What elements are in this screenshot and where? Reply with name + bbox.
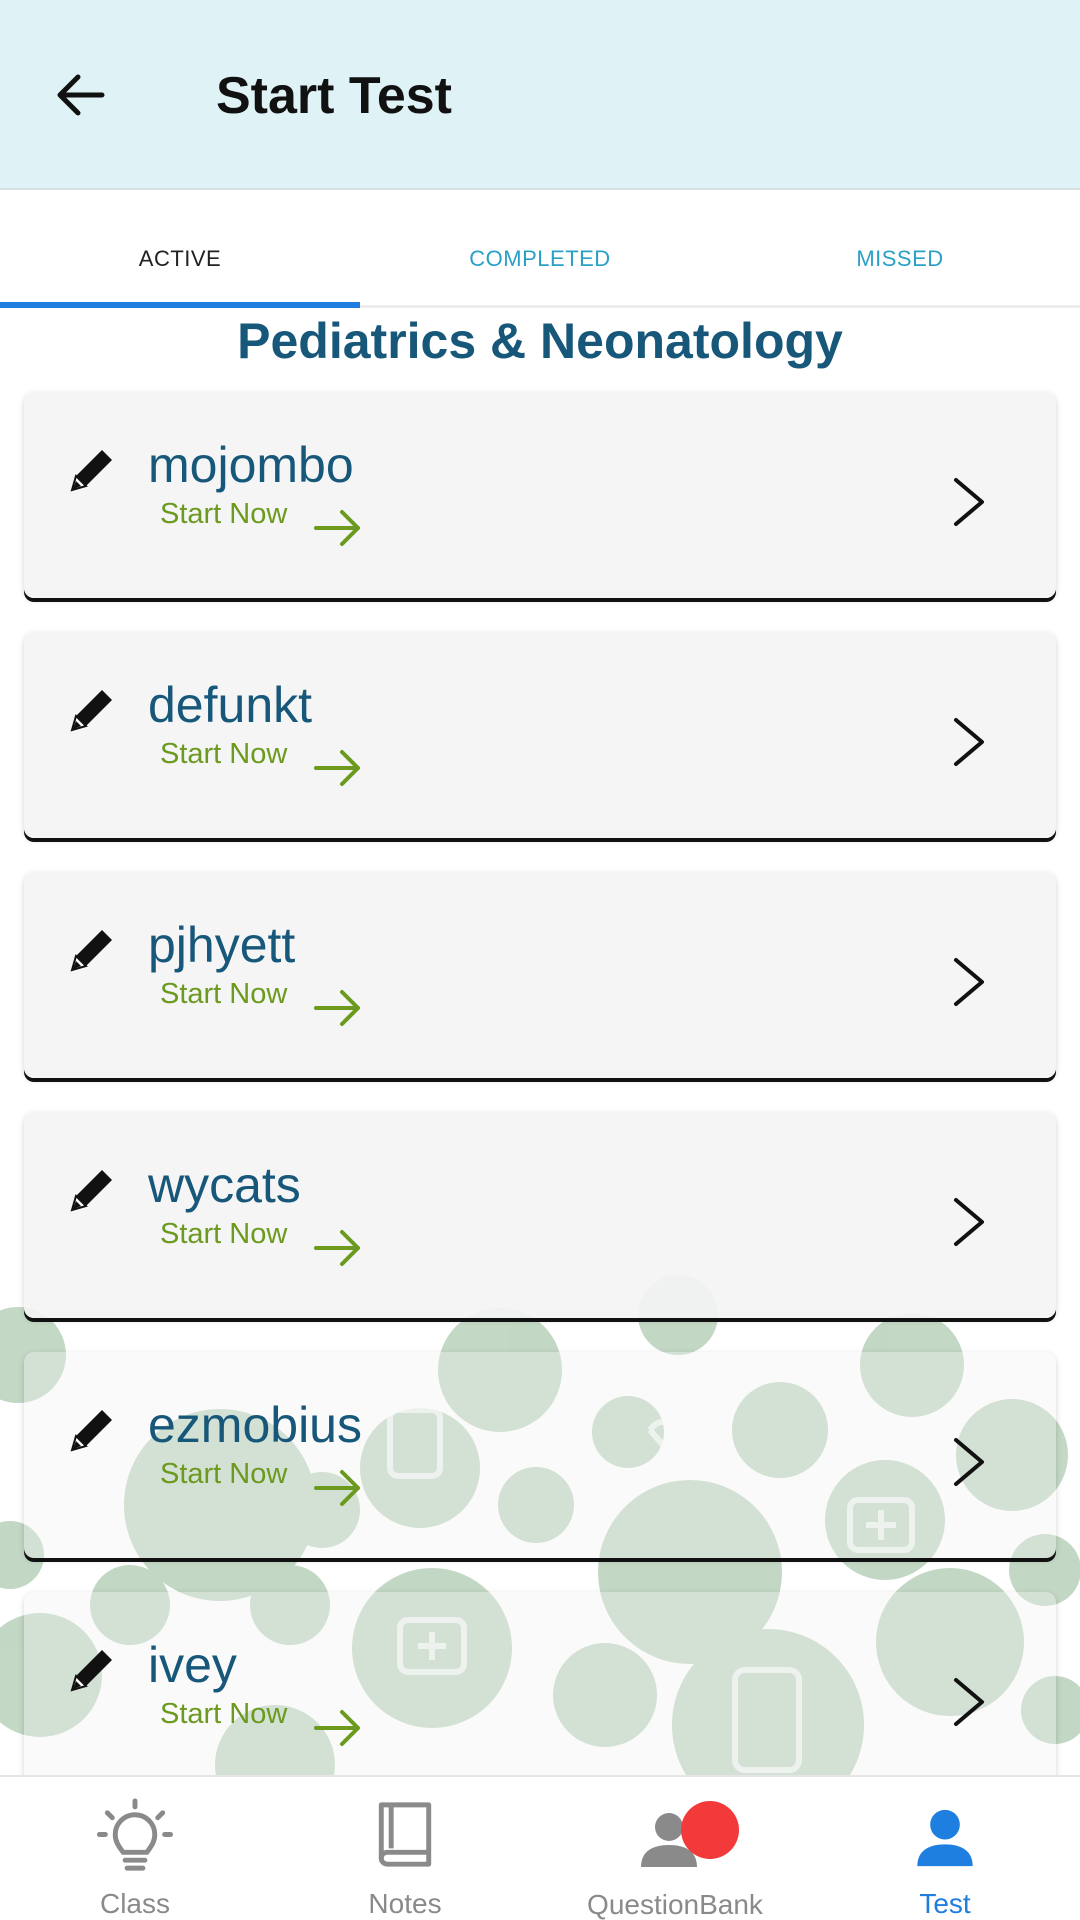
- nav-label: Test: [919, 1888, 971, 1919]
- pencil-icon: [70, 450, 112, 492]
- person-icon: [917, 1809, 973, 1867]
- chevron-right-icon: [954, 478, 984, 526]
- chevron-right-icon: [954, 1198, 984, 1246]
- pencil-icon: [70, 1410, 112, 1452]
- test-card-defunkt[interactable]: defunkt Start Now: [24, 632, 1056, 838]
- test-list[interactable]: mojombo Start Now defunkt Start Now pjhy: [0, 380, 1080, 1775]
- chevron-right-icon: [954, 718, 984, 766]
- pencil-icon: [70, 930, 112, 972]
- tab-bar: ACTIVE COMPLETED MISSED: [0, 190, 1080, 308]
- active-tab-indicator: [0, 302, 360, 308]
- arrow-right-icon: [314, 1470, 360, 1506]
- test-name: defunkt: [148, 677, 313, 733]
- chevron-right-icon: [954, 958, 984, 1006]
- arrow-right-icon: [314, 1230, 360, 1266]
- section-title: Pediatrics & Neonatology: [237, 313, 843, 369]
- test-name: ezmobius: [148, 1397, 362, 1453]
- nav-test[interactable]: Test: [810, 1777, 1080, 1920]
- arrow-right-icon: [314, 1710, 360, 1746]
- test-name: ivey: [148, 1637, 237, 1693]
- chevron-right-icon: [954, 1438, 984, 1486]
- test-card-ezmobius[interactable]: ezmobius Start Now: [24, 1352, 1056, 1558]
- nav-class[interactable]: Class: [0, 1777, 270, 1920]
- person-badge-icon: [633, 1795, 739, 1879]
- page-title: Start Test: [216, 67, 452, 125]
- start-now-link[interactable]: Start Now: [160, 978, 287, 1011]
- lightbulb-icon: [96, 1798, 174, 1871]
- nav-label: QuestionBank: [587, 1889, 763, 1920]
- test-card-mojombo[interactable]: mojombo Start Now: [24, 392, 1056, 598]
- tab-missed[interactable]: MISSED: [720, 190, 1080, 305]
- test-card-ivey[interactable]: ivey Start Now: [24, 1592, 1056, 1775]
- notification-badge: [681, 1801, 739, 1859]
- tab-completed[interactable]: COMPLETED: [360, 190, 720, 305]
- start-now-link[interactable]: Start Now: [160, 1698, 287, 1731]
- arrow-right-icon: [314, 750, 360, 786]
- nav-label: Notes: [368, 1888, 442, 1919]
- app-bar: Start Test: [0, 0, 1080, 190]
- nav-label: Class: [99, 1888, 170, 1919]
- back-button[interactable]: [40, 55, 120, 135]
- pencil-icon: [70, 1170, 112, 1212]
- start-now-link[interactable]: Start Now: [160, 1218, 287, 1251]
- tab-active[interactable]: ACTIVE: [0, 190, 360, 305]
- start-now-link[interactable]: Start Now: [160, 498, 287, 531]
- test-card-wycats[interactable]: wycats Start Now: [24, 1112, 1056, 1318]
- start-now-link[interactable]: Start Now: [160, 1458, 287, 1491]
- arrow-right-icon: [314, 510, 360, 546]
- pencil-icon: [70, 690, 112, 732]
- test-name: pjhyett: [148, 917, 296, 973]
- nav-notes[interactable]: Notes: [270, 1777, 540, 1920]
- test-card-pjhyett[interactable]: pjhyett Start Now: [24, 872, 1056, 1078]
- bottom-navigation: Class Notes QuestionBank Test: [0, 1775, 1080, 1920]
- test-name: wycats: [148, 1157, 301, 1213]
- arrow-left-icon: [57, 74, 105, 116]
- start-now-link[interactable]: Start Now: [160, 738, 287, 771]
- arrow-right-icon: [314, 990, 360, 1026]
- book-icon: [378, 1802, 432, 1867]
- test-name: mojombo: [148, 437, 354, 493]
- pencil-icon: [70, 1650, 112, 1692]
- chevron-right-icon: [954, 1678, 984, 1726]
- nav-questionbank[interactable]: QuestionBank: [540, 1777, 810, 1920]
